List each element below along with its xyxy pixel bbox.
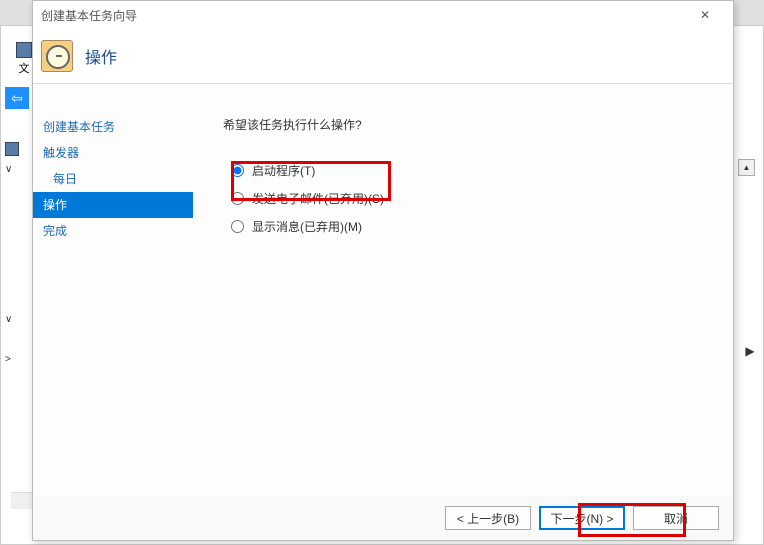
clock-task-icon: [41, 40, 73, 72]
step-finish[interactable]: 完成: [33, 218, 193, 244]
step-action[interactable]: 操作: [33, 192, 193, 218]
step-trigger[interactable]: 触发器: [33, 140, 193, 166]
wizard-body: 创建基本任务 触发器 每日 操作 完成 希望该任务执行什么操作? 启动程序(T)…: [33, 84, 733, 496]
close-icon: ✕: [700, 8, 710, 22]
caret-right-icon[interactable]: >: [5, 354, 11, 365]
step-create-task[interactable]: 创建基本任务: [33, 114, 193, 140]
next-button[interactable]: 下一步(N) >: [539, 506, 625, 530]
close-button[interactable]: ✕: [685, 1, 725, 29]
wizard-dialog: 创建基本任务向导 ✕ 操作 创建基本任务 触发器 每日 操作 完成 希望该任务执…: [32, 0, 734, 541]
label-send-email: 发送电子邮件(已弃用)(S): [252, 190, 384, 207]
action-options: 启动程序(T) 发送电子邮件(已弃用)(S) 显示消息(已弃用)(M): [223, 161, 733, 235]
background-file-label: 文: [19, 60, 30, 76]
prompt-text: 希望该任务执行什么操作?: [223, 116, 733, 133]
titlebar: 创建基本任务向导 ✕: [33, 1, 733, 29]
caret-down-icon[interactable]: ∨: [5, 164, 12, 175]
wizard-footer: < 上一步(B) 下一步(N) > 取消: [33, 496, 733, 540]
wizard-header: 操作: [33, 29, 733, 84]
back-arrow-icon[interactable]: ⇦: [5, 87, 29, 109]
radio-show-message[interactable]: [231, 220, 244, 233]
tree-node-icon: [5, 142, 19, 156]
caret-down-icon[interactable]: ∨: [5, 314, 12, 325]
step-navigation: 创建基本任务 触发器 每日 操作 完成: [33, 84, 193, 496]
back-button[interactable]: < 上一步(B): [445, 506, 531, 530]
window-title: 创建基本任务向导: [41, 7, 137, 24]
scroll-up-button[interactable]: ▲: [738, 159, 755, 176]
background-tree: ∨ ∨ >: [5, 139, 35, 369]
cancel-button[interactable]: 取消: [633, 506, 719, 530]
radio-send-email[interactable]: [231, 192, 244, 205]
page-title: 操作: [85, 44, 117, 68]
option-send-email[interactable]: 发送电子邮件(已弃用)(S): [231, 189, 733, 207]
option-show-message[interactable]: 显示消息(已弃用)(M): [231, 217, 733, 235]
label-show-message: 显示消息(已弃用)(M): [252, 218, 362, 235]
task-scheduler-icon: [16, 42, 32, 58]
step-daily[interactable]: 每日: [33, 166, 193, 192]
scroll-right-arrow[interactable]: ▶: [745, 346, 755, 356]
radio-start-program[interactable]: [231, 164, 244, 177]
label-start-program: 启动程序(T): [252, 162, 315, 179]
option-start-program[interactable]: 启动程序(T): [231, 161, 733, 179]
wizard-content: 希望该任务执行什么操作? 启动程序(T) 发送电子邮件(已弃用)(S) 显示消息…: [193, 84, 733, 496]
